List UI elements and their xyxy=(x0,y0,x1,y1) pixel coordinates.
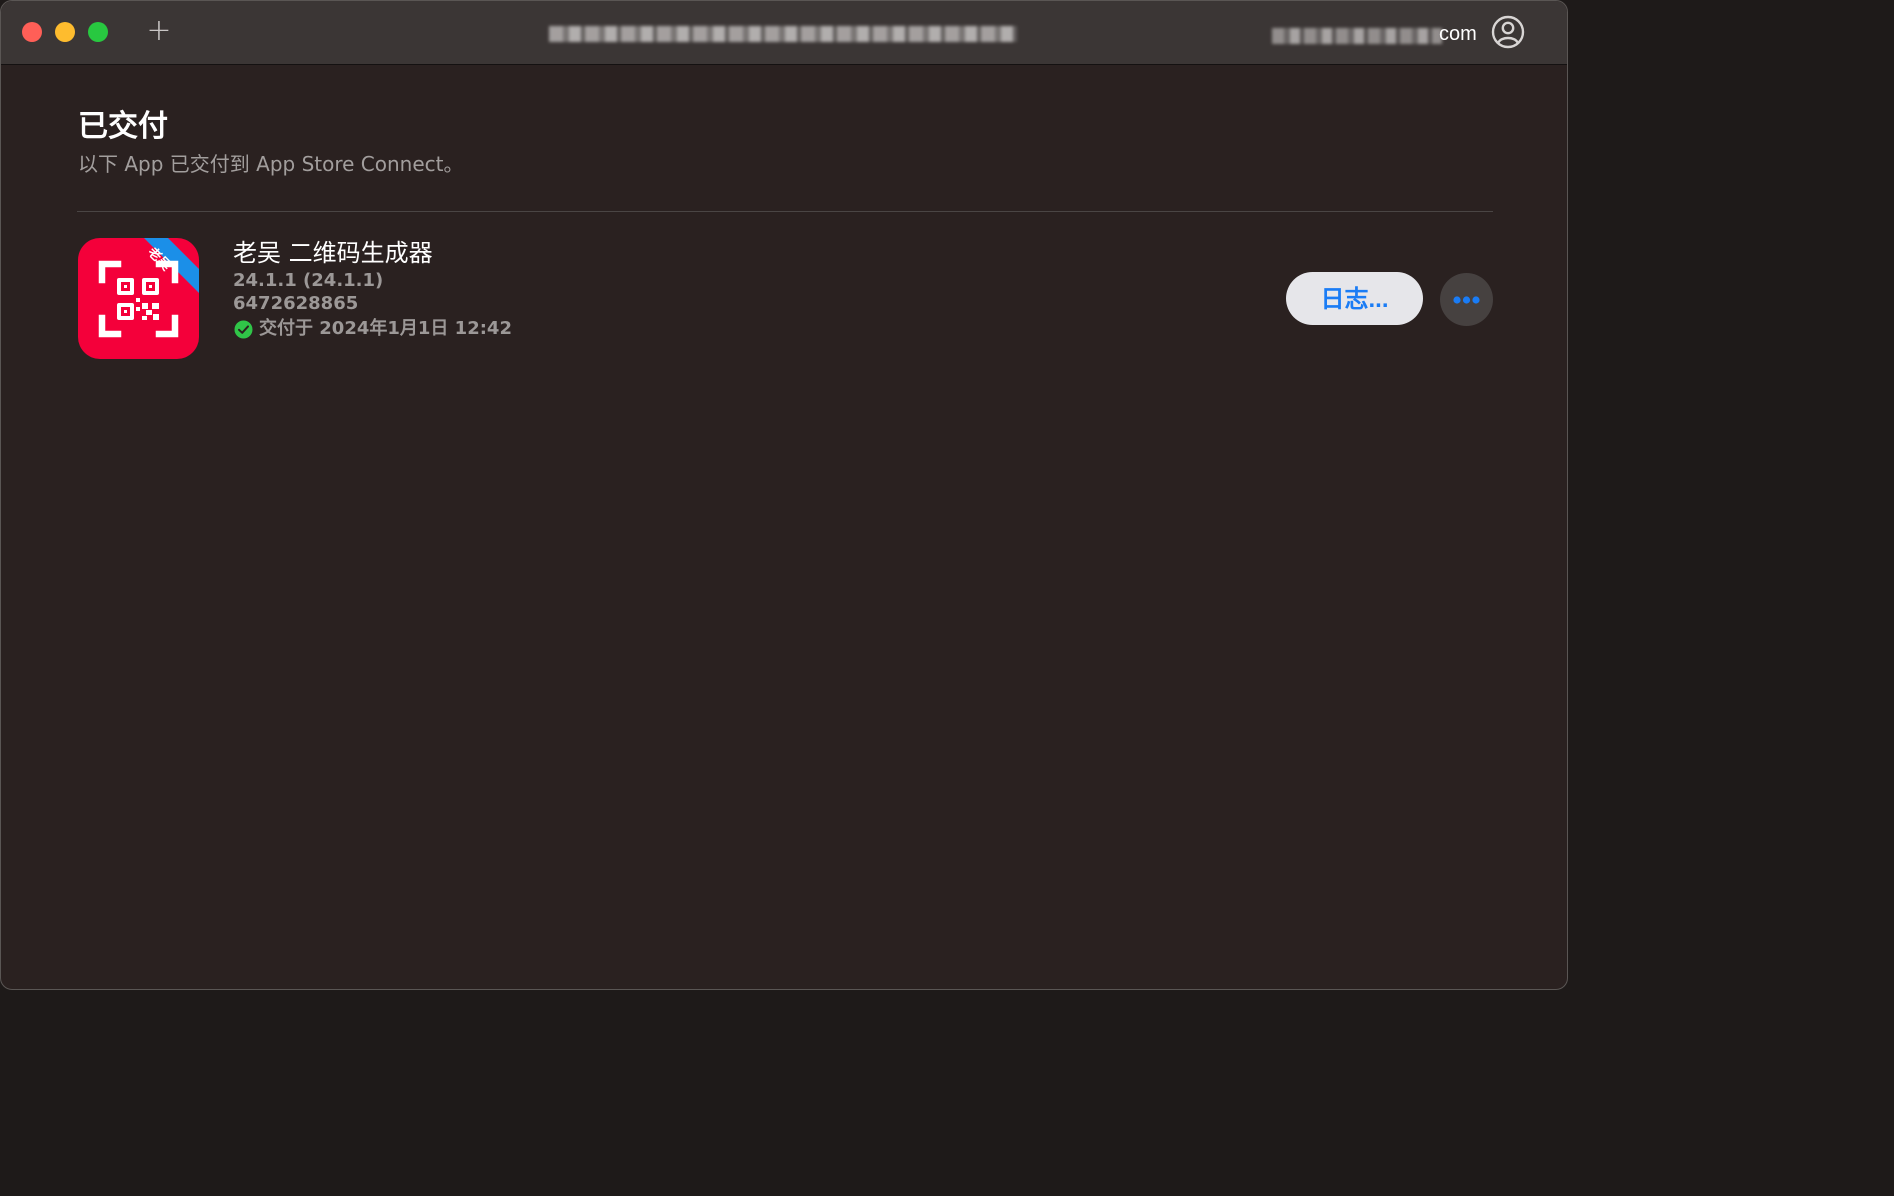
window-title-redacted xyxy=(549,26,1017,42)
divider xyxy=(77,211,1493,212)
qr-code-icon xyxy=(98,238,199,338)
plus-icon[interactable]: + xyxy=(145,15,173,47)
app-icon xyxy=(78,238,199,359)
more-options-button[interactable] xyxy=(1440,273,1493,326)
app-id: 6472628865 xyxy=(233,293,359,314)
app-window: + com 已交付 以下 App 已交付到 App Store Connect。 xyxy=(0,0,1568,990)
ellipsis-icon xyxy=(1453,296,1480,304)
app-name: 老吴 二维码生成器 xyxy=(233,239,433,267)
page-title: 已交付 xyxy=(78,109,168,144)
delivery-status: 交付于 2024年1月1日 12:42 xyxy=(234,316,512,342)
app-version: 24.1.1 (24.1.1) xyxy=(233,270,384,291)
account-email-suffix: com xyxy=(1439,23,1477,45)
account-email-redacted xyxy=(1272,28,1442,44)
minimize-window-button[interactable] xyxy=(55,22,75,42)
close-window-button[interactable] xyxy=(22,22,42,42)
log-button[interactable]: 日志... xyxy=(1286,272,1423,325)
account-circle-icon[interactable] xyxy=(1491,15,1525,49)
title-bar: + com xyxy=(1,1,1567,65)
delivery-status-text: 交付于 2024年1月1日 12:42 xyxy=(259,318,512,339)
zoom-window-button[interactable] xyxy=(88,22,108,42)
checkmark-circle-icon xyxy=(234,320,253,339)
page-subtitle: 以下 App 已交付到 App Store Connect。 xyxy=(78,152,464,176)
